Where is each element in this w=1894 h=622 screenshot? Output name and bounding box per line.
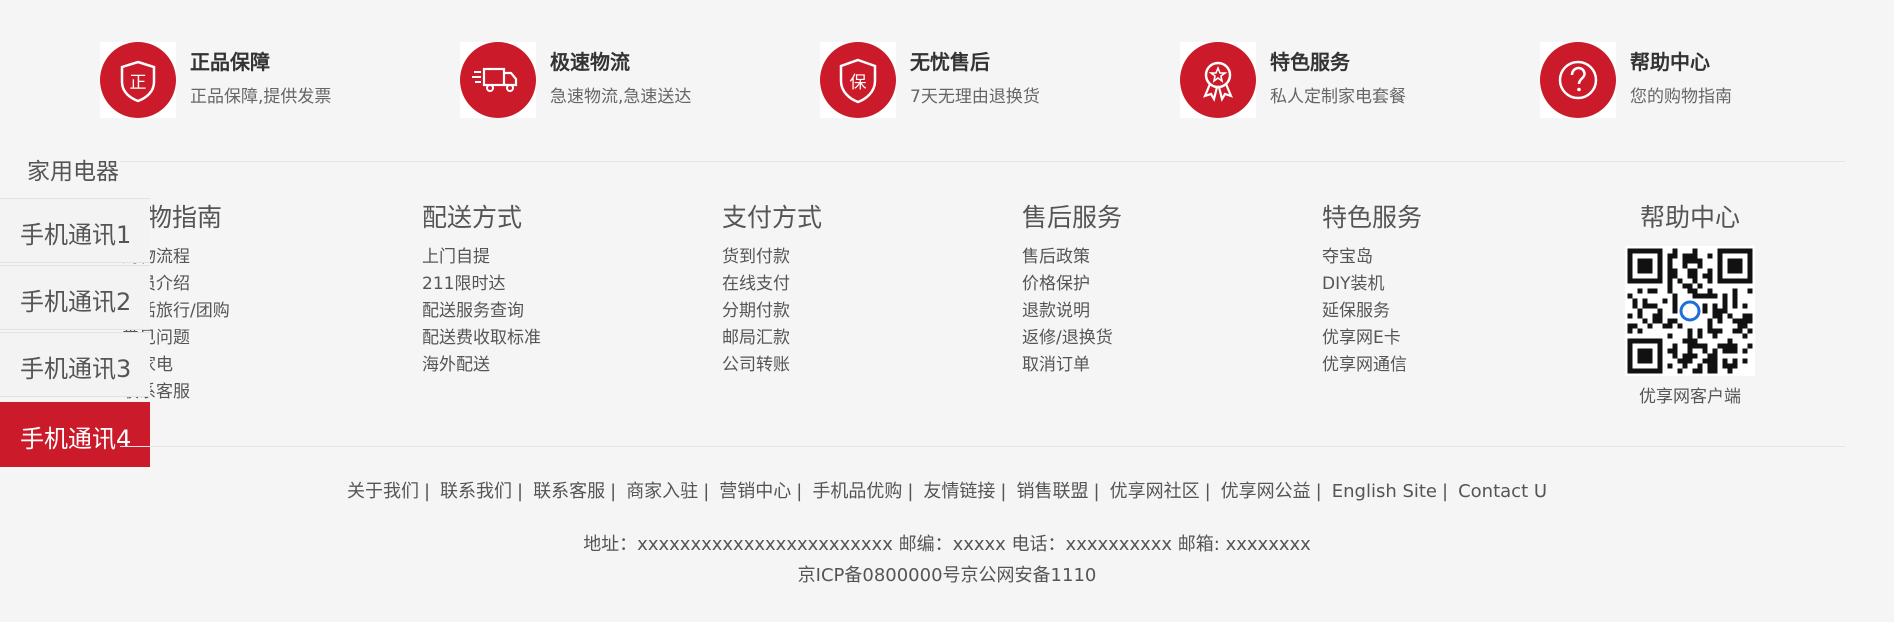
side-tab-label: 手机通讯3 (20, 355, 132, 383)
bottom-link[interactable]: 优享网社区 (1110, 481, 1200, 502)
footer-link[interactable]: 公司转账 (722, 352, 822, 379)
bottom-link[interactable]: 关于我们 (347, 481, 419, 502)
footer-column-delivery: 配送方式 上门自提 211限时达 配送服务查询 配送费收取标准 海外配送 (422, 198, 541, 379)
footer-link[interactable]: 退款说明 (1022, 298, 1122, 325)
award-medal-icon (1180, 42, 1256, 118)
bottom-link[interactable]: 商家入驻 (626, 481, 698, 502)
service-desc: 正品保障,提供发票 (190, 87, 332, 107)
qr-caption: 优享网客户端 (1639, 387, 1741, 407)
footer-link[interactable]: 优享网通信 (1322, 352, 1422, 379)
bottom-divider (120, 446, 1845, 447)
column-heading: 帮助中心 (1639, 203, 1740, 232)
footer-link[interactable]: 优享网E卡 (1322, 325, 1422, 352)
column-heading: 配送方式 (422, 203, 523, 232)
footer-column-aftersale: 售后服务 售后政策 价格保护 退款说明 返修/退换货 取消订单 (1022, 198, 1122, 379)
delivery-truck-icon (460, 42, 536, 118)
side-tab-4-active[interactable]: 手机通讯4 (0, 402, 150, 467)
bottom-link-bar: 关于我们 | 联系我们 | 联系客服 | 商家入驻 | 营销中心 | 手机品优购 | 友情链接 | 销售联盟… (346, 481, 1548, 502)
top-divider (120, 161, 1845, 162)
footer-column-help: 帮助中心 优享网客户端 (1622, 198, 1758, 407)
category-label[interactable]: 家用电器 (27, 152, 119, 186)
help-question-icon (1540, 42, 1616, 118)
service-desc: 7天无理由退换货 (910, 87, 1040, 107)
bottom-link[interactable]: 友情链接 (923, 481, 995, 502)
bottom-link[interactable]: 销售联盟 (1017, 481, 1089, 502)
footer-link[interactable]: 海外配送 (422, 352, 541, 379)
footer-link[interactable]: 延保服务 (1322, 298, 1422, 325)
column-heading: 支付方式 (722, 203, 823, 232)
service-title: 正品保障 (190, 50, 270, 74)
icp-line: 京ICP备0800000号京公网安备1110 (797, 565, 1097, 586)
address-line: 地址：xxxxxxxxxxxxxxxxxxxxxxxx 邮编：xxxxx 电话：… (583, 534, 1311, 555)
qr-code[interactable] (1625, 246, 1755, 376)
side-tab-1[interactable]: 手机通讯1 (0, 198, 150, 263)
bottom-link[interactable]: 营销中心 (719, 481, 791, 502)
service-strip: 正 正品保障 正品保障,提供发票 极速物流 急速物流,急速送达 保 无忧售后 7… (0, 40, 1894, 120)
footer-link[interactable]: DIY装机 (1322, 271, 1422, 298)
service-title: 特色服务 (1270, 50, 1350, 74)
svg-text:正: 正 (130, 73, 147, 93)
column-heading: 特色服务 (1322, 203, 1423, 232)
service-title: 帮助中心 (1630, 50, 1710, 74)
bottom-link[interactable]: Contact U (1458, 481, 1547, 502)
footer-link[interactable]: 上门自提 (422, 244, 541, 271)
bottom-link[interactable]: English Site (1332, 481, 1437, 502)
footer-link[interactable]: 返修/退换货 (1022, 325, 1122, 352)
service-title: 极速物流 (550, 50, 630, 74)
footer-link[interactable]: 211限时达 (422, 271, 541, 298)
footer-link[interactable]: 在线支付 (722, 271, 822, 298)
footer-link[interactable]: 配送费收取标准 (422, 325, 541, 352)
side-tab-label: 手机通讯1 (20, 221, 132, 249)
service-desc: 您的购物指南 (1630, 87, 1732, 107)
side-tab-3[interactable]: 手机通讯3 (0, 332, 150, 397)
footer-link[interactable]: 价格保护 (1022, 271, 1122, 298)
footer-column-special: 特色服务 夺宝岛 DIY装机 延保服务 优享网E卡 优享网通信 (1322, 198, 1422, 379)
service-desc: 私人定制家电套餐 (1270, 87, 1406, 107)
column-heading: 售后服务 (1022, 203, 1123, 232)
footer-link[interactable]: 取消订单 (1022, 352, 1122, 379)
side-tab-2[interactable]: 手机通讯2 (0, 265, 150, 330)
service-title: 无忧售后 (910, 50, 990, 74)
service-desc: 急速物流,急速送达 (550, 87, 692, 107)
footer-link[interactable]: 分期付款 (722, 298, 822, 325)
genuine-badge-icon: 正 (100, 42, 176, 118)
side-tab-label: 手机通讯2 (20, 288, 132, 316)
footer-link[interactable]: 邮局汇款 (722, 325, 822, 352)
footer-link[interactable]: 货到付款 (722, 244, 822, 271)
svg-text:保: 保 (850, 73, 867, 93)
bottom-link[interactable]: 优享网公益 (1221, 481, 1311, 502)
bottom-link[interactable]: 联系客服 (533, 481, 605, 502)
footer-link[interactable]: 配送服务查询 (422, 298, 541, 325)
bottom-link[interactable]: 联系我们 (440, 481, 512, 502)
side-tab-label: 手机通讯4 (20, 425, 132, 453)
shield-guarantee-icon: 保 (820, 42, 896, 118)
footer-link[interactable]: 夺宝岛 (1322, 244, 1422, 271)
bottom-link[interactable]: 手机品优购 (812, 481, 902, 502)
footer-link[interactable]: 售后政策 (1022, 244, 1122, 271)
footer-column-payment: 支付方式 货到付款 在线支付 分期付款 邮局汇款 公司转账 (722, 198, 822, 379)
